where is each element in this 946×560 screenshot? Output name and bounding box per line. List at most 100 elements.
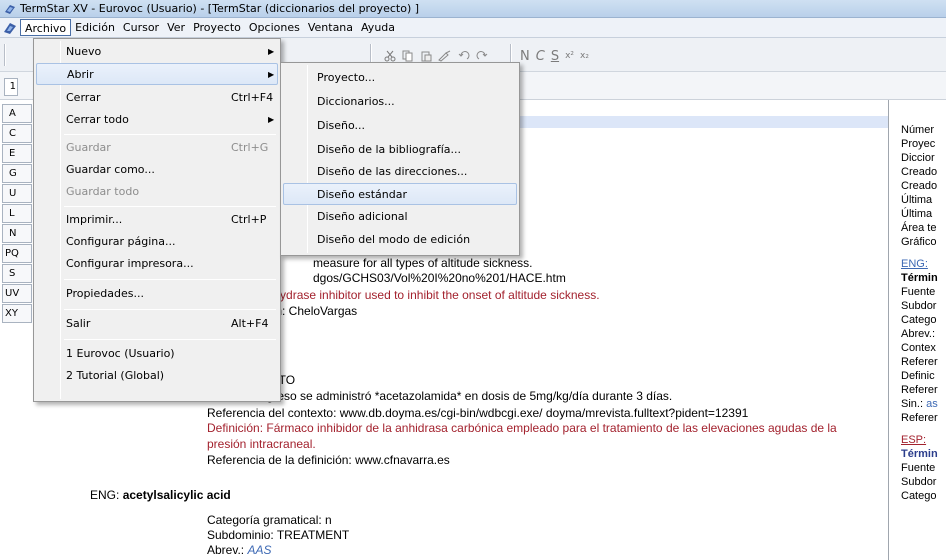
submenu-item-diccionarios[interactable]: Diccionarios... — [283, 91, 517, 113]
abbreviation-value[interactable]: AAS — [247, 543, 271, 557]
menu-archivo[interactable]: Archivo — [20, 19, 72, 36]
detail-line: Fuente — [901, 462, 936, 474]
abbreviation-label: Abrev.: — [207, 543, 245, 557]
cut-icon[interactable] — [384, 50, 396, 62]
menu-item-label: Cerrar — [66, 91, 101, 104]
alphabet-tab-u[interactable]: U — [2, 184, 32, 203]
alphabet-tab-uv[interactable]: UV — [2, 284, 32, 303]
synonym-label: Sin.: — [901, 398, 924, 410]
submenu-item-diseno-adicional[interactable]: Diseño adicional — [283, 206, 517, 228]
menu-item-label: Nuevo — [66, 45, 102, 58]
detail-line: Última — [901, 194, 933, 206]
alphabet-tab-pq[interactable]: PQ — [2, 244, 32, 263]
title-bar: TermStar XV - Eurovoc (Usuario) - [TermS… — [0, 0, 946, 18]
document-icon[interactable] — [2, 20, 18, 36]
undo-icon[interactable] — [458, 50, 470, 62]
alphabet-tab-xy[interactable]: XY — [2, 304, 32, 323]
alphabet-tab-s[interactable]: S — [2, 264, 32, 283]
submenu-item-diseno[interactable]: Diseño... — [283, 115, 517, 137]
submenu-item-proyecto[interactable]: Proyecto... — [283, 67, 517, 89]
menu-item-shortcut: Ctrl+P — [231, 213, 267, 226]
menu-item-label: Configurar página... — [66, 235, 176, 248]
italic-button[interactable]: C — [536, 49, 545, 64]
submenu-item-diseno-estandar[interactable]: Diseño estándar — [283, 183, 517, 205]
synonym-value[interactable]: as — [926, 398, 938, 410]
menu-ventana[interactable]: Ventana — [304, 19, 357, 36]
alphabet-tabs: A C E G U L N PQ S UV XY — [0, 104, 34, 324]
menu-ayuda[interactable]: Ayuda — [357, 19, 399, 36]
menu-proyecto[interactable]: Proyecto — [189, 19, 245, 36]
menu-item-cerrar-todo[interactable]: Cerrar todo ▶ — [36, 109, 278, 131]
submenu-item-diseno-bibliografia[interactable]: Diseño de la bibliografía... — [283, 139, 517, 161]
copy-icon[interactable] — [402, 50, 414, 62]
underline-button[interactable]: S — [551, 49, 559, 64]
app-icon — [5, 4, 15, 14]
menu-bar: Archivo Edición Cursor Ver Proyecto Opci… — [0, 18, 946, 38]
alphabet-tab-n[interactable]: N — [2, 224, 32, 243]
detail-line: Catego — [901, 490, 937, 502]
menu-item-salir[interactable]: Salir Alt+F4 — [36, 313, 278, 335]
detail-line: Fuente — [901, 286, 936, 298]
menu-item-label: Guardar como... — [66, 163, 155, 176]
menu-item-label: 1 Eurovoc (Usuario) — [66, 347, 175, 360]
menu-item-guardar-como[interactable]: Guardar como... — [36, 159, 278, 181]
content-measure: measure for all types of altitude sickne… — [313, 256, 533, 270]
menu-item-configurar-pagina[interactable]: Configurar página... — [36, 231, 278, 253]
menu-separator — [64, 339, 276, 340]
menu-item-nuevo[interactable]: Nuevo ▶ — [36, 41, 278, 63]
detail-line: Última — [901, 208, 933, 220]
menu-item-abrir[interactable]: Abrir ▶ — [36, 63, 278, 85]
content-inhibitor: anhydrase inhibitor used to inhibit the … — [260, 288, 600, 302]
synonym-line: Sin.: as — [901, 398, 938, 410]
alphabet-tab-g[interactable]: G — [2, 164, 32, 183]
detail-line: Subdor — [901, 476, 937, 488]
abbreviation-line: Abrev.: AAS — [207, 543, 271, 557]
menu-separator — [64, 134, 276, 135]
menu-cursor[interactable]: Cursor — [119, 19, 163, 36]
detail-line: Gráfico — [901, 236, 937, 248]
esp-section-link[interactable]: ESP: — [901, 434, 926, 446]
menu-item-recent-1[interactable]: 1 Eurovoc (Usuario) — [36, 343, 278, 365]
abrir-submenu: Proyecto... Diccionarios... Diseño... Di… — [280, 62, 520, 256]
content-context: ngreso se administró *acetazolamida* en … — [260, 389, 673, 403]
menu-item-configurar-impresora[interactable]: Configurar impresora... — [36, 253, 278, 275]
submenu-item-diseno-modo-edicion[interactable]: Diseño del modo de edición — [283, 229, 517, 251]
menu-item-propiedades[interactable]: Propiedades... — [36, 283, 278, 305]
detail-line: Referer — [901, 384, 938, 396]
detail-line: Contex — [901, 342, 936, 354]
format-painter-icon[interactable] — [438, 50, 452, 62]
menu-item-guardar[interactable]: Guardar Ctrl+G — [36, 137, 278, 159]
menu-item-label: Salir — [66, 317, 91, 330]
dictionary-tab[interactable]: 1 — [4, 78, 18, 96]
alphabet-tab-e[interactable]: E — [2, 144, 32, 163]
submenu-item-diseno-direcciones[interactable]: Diseño de las direcciones... — [283, 161, 517, 183]
alphabet-tab-l[interactable]: L — [2, 204, 32, 223]
selected-entry-highlight — [520, 116, 890, 128]
menu-item-cerrar[interactable]: Cerrar Ctrl+F4 — [36, 87, 278, 109]
menu-item-label: Cerrar todo — [66, 113, 129, 126]
menu-item-recent-2[interactable]: 2 Tutorial (Global) — [36, 365, 278, 387]
menu-ver[interactable]: Ver — [163, 19, 189, 36]
menu-item-guardar-todo[interactable]: Guardar todo — [36, 181, 278, 203]
submenu-arrow-icon: ▶ — [268, 70, 275, 79]
submenu-arrow-icon: ▶ — [268, 47, 275, 56]
context-reference: Referencia del contexto: www.db.doyma.es… — [207, 406, 749, 420]
detail-line: Términ — [901, 448, 938, 460]
eng-section-link[interactable]: ENG: — [901, 258, 928, 270]
alphabet-tab-c[interactable]: C — [2, 124, 32, 143]
menu-edicion[interactable]: Edición — [71, 19, 119, 36]
bold-button[interactable]: N — [520, 49, 530, 64]
superscript-button[interactable]: x² — [565, 51, 574, 61]
detail-line: Catego — [901, 314, 937, 326]
menu-item-imprimir[interactable]: Imprimir... Ctrl+P — [36, 209, 278, 231]
definition-label: Definición: — [207, 421, 264, 435]
file-menu: Nuevo ▶ Abrir ▶ Cerrar Ctrl+F4 Cerrar to… — [33, 38, 281, 402]
alphabet-tab-a[interactable]: A — [2, 104, 32, 123]
menu-separator — [64, 206, 276, 207]
detail-line: Referer — [901, 356, 938, 368]
menu-separator — [64, 309, 276, 310]
menu-opciones[interactable]: Opciones — [245, 19, 304, 36]
subscript-button[interactable]: x₂ — [580, 51, 589, 61]
redo-icon[interactable] — [476, 50, 488, 62]
paste-icon[interactable] — [420, 50, 432, 62]
